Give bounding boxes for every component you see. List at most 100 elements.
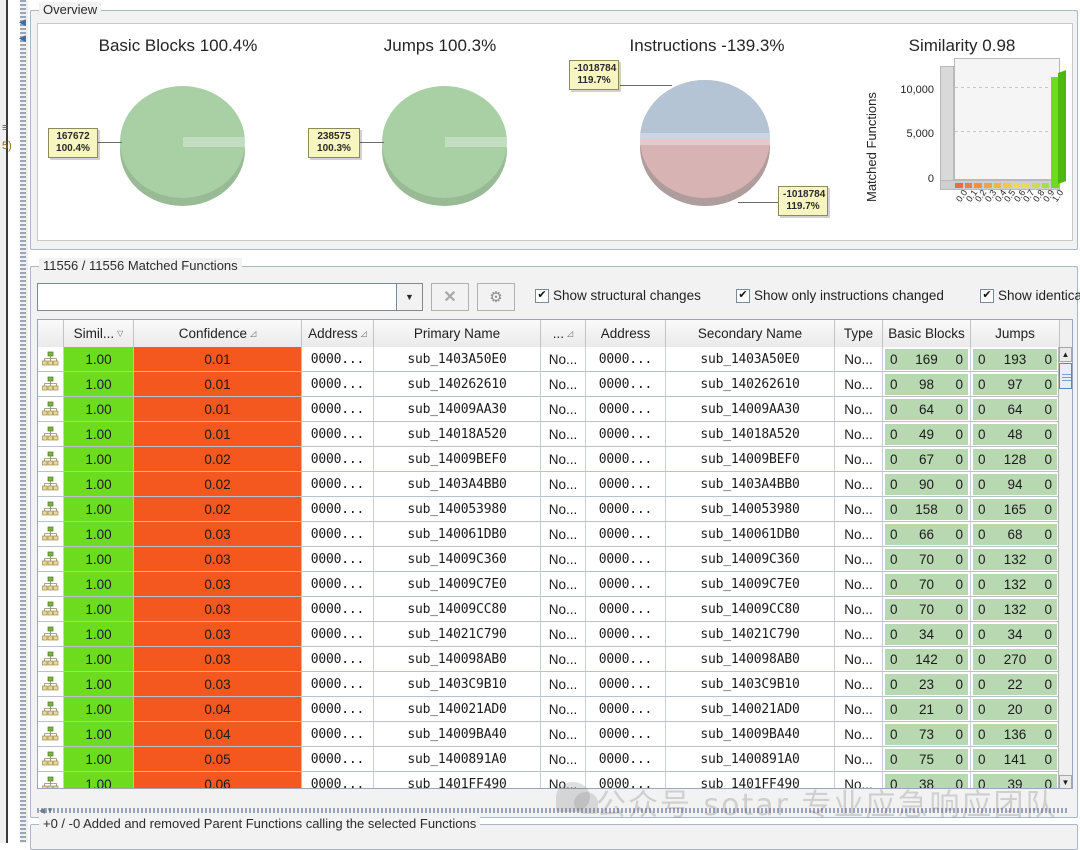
cell-jumps: 0 64 0 <box>971 397 1060 421</box>
column-header-type[interactable]: Type <box>835 320 883 347</box>
checkbox-box-structural[interactable]: ✔ <box>535 288 549 303</box>
table-row[interactable]: 1.00 0.03 0000... sub_14009CC80 No... 0000...… <box>38 597 1060 622</box>
table-row[interactable]: 1.00 0.03 0000... sub_14009C360 No... 0000...… <box>38 547 1060 572</box>
cell-jumps: 0 132 0 <box>971 547 1060 571</box>
callout-leader-line-bottom <box>738 202 780 203</box>
filter-input[interactable] <box>37 283 397 311</box>
row-icon-cell <box>38 397 64 421</box>
scroll-down-button[interactable]: ▼ <box>1059 775 1072 788</box>
table-row[interactable]: 1.00 0.01 0000... sub_1403A50E0 No... 0000...… <box>38 347 1060 372</box>
matched-functions-panel: 11556 / 11556 Matched Functions ▼ ✕ ⚙ ✔ … <box>30 258 1080 818</box>
column-header-basic-blocks[interactable]: Basic Blocks <box>883 320 971 347</box>
checkbox-show-only-instructions-changed[interactable]: ✔ Show only instructions changed <box>736 288 944 303</box>
jumps-removed: 0 <box>1044 602 1052 617</box>
cell-address2: 0000... <box>586 672 666 696</box>
cell-primary_name: sub_1400891A0 <box>374 747 541 771</box>
similarity-x-tick-labels: 0.0 0.1 0.2 0.3 0.4 0.5 0.6 0.7 0.8 0.9 1.0 <box>950 188 1070 234</box>
cell-type: No... <box>835 647 883 671</box>
cell-bb: 0 158 0 <box>883 497 971 521</box>
table-row[interactable]: 1.00 0.01 0000... sub_140262610 No... 0000...… <box>38 372 1060 397</box>
table-row[interactable]: 1.00 0.02 0000... sub_140053980 No... 0000...… <box>38 497 1060 522</box>
collapse-left-arrow-icon[interactable]: ◀ <box>19 18 28 27</box>
column-header-primary-name[interactable]: Primary Name <box>374 320 541 347</box>
instructions-callout-top: -1018784 119.7% <box>569 60 619 90</box>
table-row[interactable]: 1.00 0.01 0000... sub_14018A520 No... 0000...… <box>38 422 1060 447</box>
row-icon-cell <box>38 372 64 396</box>
bb-removed: 0 <box>955 452 963 467</box>
table-vertical-scrollbar[interactable]: ▲ ▼ <box>1058 347 1072 788</box>
cell-address1: 0000... <box>302 472 374 496</box>
row-icon-cell <box>38 447 64 471</box>
table-row[interactable]: 1.00 0.03 0000... sub_140098AB0 No... 0000...… <box>38 647 1060 672</box>
column-header-simil[interactable]: Simil... ▽ <box>64 320 134 347</box>
row-icon-cell <box>38 747 64 771</box>
table-row[interactable]: 1.00 0.03 0000... sub_140061DB0 No... 0000...… <box>38 522 1060 547</box>
cell-address2: 0000... <box>586 597 666 621</box>
column-header-confidence[interactable]: Confidence ◿ <box>134 320 302 347</box>
table-row[interactable]: 1.00 0.06 0000... sub_1401FF490 No... 0000...… <box>38 772 1060 788</box>
cell-address2: 0000... <box>586 497 666 521</box>
cell-primary_name: sub_14009BA40 <box>374 722 541 746</box>
cell-address2: 0000... <box>586 397 666 421</box>
scroll-up-button[interactable]: ▲ <box>1059 347 1072 362</box>
basic-blocks-pie <box>120 86 245 206</box>
chart-instructions: Instructions -139.3% -1018784 119.7% -10… <box>562 24 852 242</box>
scrollbar-thumb[interactable] <box>1059 363 1072 389</box>
cell-jumps: 0 97 0 <box>971 372 1060 396</box>
rail-grip-dots[interactable] <box>20 0 26 843</box>
cell-change: No... <box>541 347 586 371</box>
jumps-value-group: 0 48 0 <box>973 424 1057 445</box>
table-row[interactable]: 1.00 0.03 0000... sub_14009C7E0 No... 0000...… <box>38 572 1060 597</box>
cell-confidence: 0.01 <box>134 422 302 446</box>
filter-settings-button[interactable]: ⚙ <box>477 283 515 311</box>
column-header-[interactable]: ... ◿ <box>541 320 586 347</box>
cell-address1: 0000... <box>302 647 374 671</box>
row-icon-cell <box>38 547 64 571</box>
cell-secondary_name: sub_14009C360 <box>666 547 835 571</box>
jumps-removed: 0 <box>1044 577 1052 592</box>
checkbox-box-identical[interactable]: ✔ <box>980 288 994 303</box>
checkbox-label-instructions: Show only instructions changed <box>754 288 944 303</box>
cell-bb: 0 75 0 <box>883 747 971 771</box>
column-header-address[interactable]: Address <box>586 320 666 347</box>
column-header-address[interactable]: Address ◿ <box>302 320 374 347</box>
cell-confidence: 0.05 <box>134 747 302 771</box>
column-header-icon[interactable] <box>38 320 64 347</box>
cell-jumps: 0 141 0 <box>971 747 1060 771</box>
cell-primary_name: sub_140098AB0 <box>374 647 541 671</box>
jumps-value-group: 0 22 0 <box>973 674 1057 695</box>
sort-asc-icon: ◿ <box>567 329 574 338</box>
collapse-left-arrow-icon-2[interactable]: ◀ <box>19 34 28 43</box>
filter-dropdown-button[interactable]: ▼ <box>397 283 423 311</box>
table-row[interactable]: 1.00 0.02 0000... sub_14009BEF0 No... 0000...… <box>38 447 1060 472</box>
checkbox-show-structural-changes[interactable]: ✔ Show structural changes <box>535 288 701 303</box>
cell-change: No... <box>541 397 586 421</box>
cell-jumps: 0 270 0 <box>971 647 1060 671</box>
jumps-value-group: 0 141 0 <box>973 749 1057 770</box>
cell-jumps: 0 39 0 <box>971 772 1060 788</box>
basic-blocks-callout: 167672 100.4% <box>48 128 98 158</box>
column-header-secondary-name[interactable]: Secondary Name <box>666 320 835 347</box>
checkbox-show-identical[interactable]: ✔ Show identical <box>980 288 1080 303</box>
table-row[interactable]: 1.00 0.05 0000... sub_1400891A0 No... 0000...… <box>38 747 1060 772</box>
column-header-jumps[interactable]: Jumps <box>971 320 1060 347</box>
cell-address2: 0000... <box>586 447 666 471</box>
jumps-value-group: 0 94 0 <box>973 474 1057 495</box>
table-row[interactable]: 1.00 0.02 0000... sub_1403A4BB0 No... 0000...… <box>38 472 1060 497</box>
cell-secondary_name: sub_14021C790 <box>666 622 835 646</box>
table-row[interactable]: 1.00 0.01 0000... sub_14009AA30 No... 0000...… <box>38 397 1060 422</box>
bb-removed: 0 <box>955 502 963 517</box>
gear-icon: ⚙ <box>489 289 503 306</box>
table-row[interactable]: 1.00 0.03 0000... sub_14021C790 No... 0000...… <box>38 622 1060 647</box>
table-row[interactable]: 1.00 0.03 0000... sub_1403C9B10 No... 0000...… <box>38 672 1060 697</box>
cell-address2: 0000... <box>586 422 666 446</box>
cell-confidence: 0.02 <box>134 447 302 471</box>
panel-collapse-arrows-icon[interactable]: ◀▼ <box>39 806 55 815</box>
chart-similarity-title: Similarity 0.98 <box>908 36 1016 55</box>
table-row[interactable]: 1.00 0.04 0000... sub_140021AD0 No... 0000...… <box>38 697 1060 722</box>
table-row[interactable]: 1.00 0.04 0000... sub_14009BA40 No... 0000...… <box>38 722 1060 747</box>
checkbox-box-instructions[interactable]: ✔ <box>736 288 750 303</box>
parent-functions-title: +0 / -0 Added and removed Parent Functio… <box>39 816 481 831</box>
panel-resize-grip[interactable] <box>37 808 1067 813</box>
clear-filter-button[interactable]: ✕ <box>431 283 469 311</box>
